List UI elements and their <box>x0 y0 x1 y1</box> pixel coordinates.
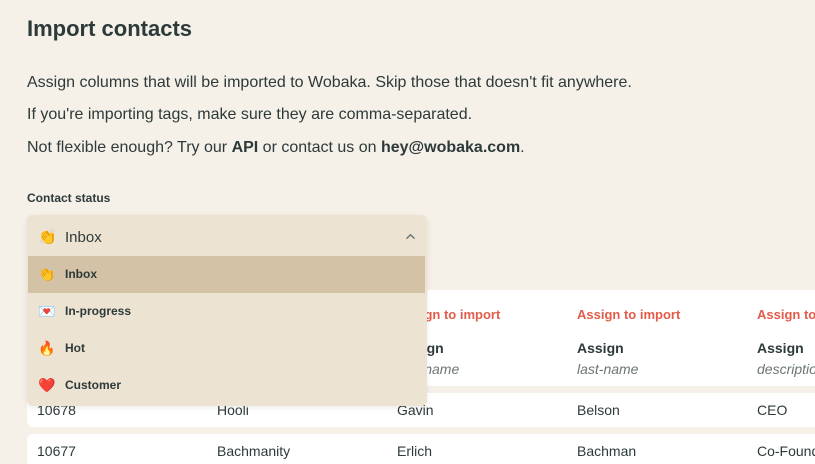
contact-status-label: Contact status <box>27 191 111 205</box>
fire-icon: 🔥 <box>38 340 56 356</box>
intro-line-2: If you're importing tags, make sure they… <box>27 106 473 123</box>
contact-status-dropdown[interactable]: 👏 Inbox 👏 Inbox 💌 In-progress 🔥 Hot ❤️ C… <box>27 215 427 406</box>
assign-label: Assign <box>577 340 624 356</box>
love-letter-icon: 💌 <box>38 303 56 319</box>
contact-status-select[interactable]: 👏 Inbox <box>27 215 427 257</box>
status-option-in-progress[interactable]: 💌 In-progress <box>28 293 425 330</box>
selected-status-label: Inbox <box>65 229 102 246</box>
cell-id: 10677 <box>37 443 76 459</box>
intro-text: Not flexible enough? Try our <box>27 139 232 156</box>
api-link[interactable]: API <box>232 139 259 156</box>
field-name: description <box>757 361 815 377</box>
cell-last-name: Bachman <box>577 443 637 459</box>
intro-text: or contact us on <box>258 139 381 156</box>
cell-first-name: Erlich <box>397 443 433 459</box>
option-label: Inbox <box>65 267 97 281</box>
status-option-inbox[interactable]: 👏 Inbox <box>28 256 425 293</box>
cell-company: Bachmanity <box>217 443 291 459</box>
option-label: Hot <box>65 341 85 355</box>
assign-to-import-link[interactable]: Assign to import <box>577 307 680 322</box>
field-name: last-name <box>577 361 639 377</box>
cell-title: CEO <box>757 402 788 418</box>
intro-text: . <box>520 139 525 156</box>
chevron-up-icon[interactable] <box>406 232 415 241</box>
table-row: 10677 Bachmanity Erlich Bachman Co-Found… <box>27 434 815 464</box>
page-title: Import contacts <box>27 16 193 41</box>
assign-label: Assign <box>757 340 804 356</box>
cell-last-name: Belson <box>577 402 620 418</box>
status-option-hot[interactable]: 🔥 Hot <box>28 330 425 367</box>
intro-line-3: Not flexible enough? Try our API or cont… <box>27 139 525 157</box>
email-link[interactable]: hey@wobaka.com <box>381 139 520 156</box>
intro-line-1: Assign columns that will be imported to … <box>27 74 632 91</box>
clapping-hands-icon: 👏 <box>38 266 56 282</box>
option-label: In-progress <box>65 304 132 318</box>
clapping-hands-icon: 👏 <box>38 229 57 246</box>
status-option-customer[interactable]: ❤️ Customer <box>28 367 425 404</box>
option-label: Customer <box>65 378 122 392</box>
assign-to-import-link[interactable]: Assign to import <box>757 307 815 322</box>
cell-title: Co-Founder <box>757 443 815 459</box>
heart-icon: ❤️ <box>38 377 56 393</box>
